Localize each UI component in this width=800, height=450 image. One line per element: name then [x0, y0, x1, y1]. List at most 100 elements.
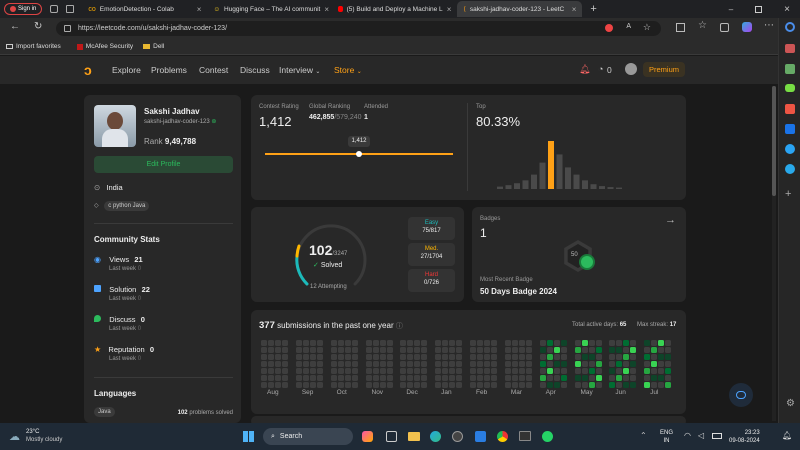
heatmap-cell[interactable]	[414, 382, 421, 388]
heatmap-cell[interactable]	[581, 347, 588, 353]
profile-button[interactable]: Sign in	[4, 3, 43, 15]
heatmap-cell[interactable]	[268, 368, 274, 374]
heatmap-cell[interactable]	[365, 375, 372, 381]
heatmap-cell[interactable]	[268, 375, 274, 381]
language-indicator[interactable]: ENG IN	[660, 429, 673, 445]
heatmap-cell[interactable]	[421, 340, 428, 346]
heatmap-cell[interactable]	[344, 347, 351, 353]
heatmap-cell[interactable]	[442, 361, 449, 367]
info-icon[interactable]: ⓘ	[396, 323, 403, 330]
sidebar-settings-icon[interactable]: ⚙	[786, 398, 795, 409]
collections-icon[interactable]	[720, 23, 729, 32]
heatmap-cell[interactable]	[449, 375, 456, 381]
heatmap-cell[interactable]	[351, 382, 358, 388]
heatmap-cell[interactable]	[261, 375, 267, 381]
heatmap-cell[interactable]	[546, 347, 553, 353]
heatmap-cell[interactable]	[525, 340, 532, 346]
heatmap-cell[interactable]	[470, 382, 476, 388]
heatmap-cell[interactable]	[302, 354, 309, 360]
weather-cloud-icon[interactable]: ☁	[9, 430, 20, 443]
close-icon[interactable]: ×	[447, 5, 452, 14]
dell-icon[interactable]	[452, 431, 463, 442]
heatmap-cell[interactable]	[630, 382, 637, 388]
heatmap-cell[interactable]	[268, 354, 274, 360]
heatmap-cell[interactable]	[553, 375, 560, 381]
heatmap-cell[interactable]	[546, 368, 553, 374]
page-scrollbar[interactable]	[772, 86, 776, 421]
heatmap-cell[interactable]	[435, 375, 442, 381]
heatmap-cell[interactable]	[421, 354, 428, 360]
heatmap-cell[interactable]	[581, 375, 588, 381]
heatmap-cell[interactable]	[658, 347, 665, 353]
heatmap-cell[interactable]	[581, 354, 588, 360]
heatmap-cell[interactable]	[609, 382, 616, 388]
heatmap-cell[interactable]	[282, 382, 288, 388]
heatmap-cell[interactable]	[539, 347, 546, 353]
heatmap-cell[interactable]	[623, 347, 630, 353]
heatmap-cell[interactable]	[282, 361, 288, 367]
heatmap-cell[interactable]	[470, 361, 476, 367]
back-icon[interactable]: ←	[10, 21, 20, 32]
heatmap-cell[interactable]	[616, 340, 623, 346]
heatmap-cell[interactable]	[379, 382, 386, 388]
heatmap-cell[interactable]	[511, 361, 518, 367]
heatmap-cell[interactable]	[351, 354, 358, 360]
heatmap-cell[interactable]	[644, 375, 651, 381]
heatmap-cell[interactable]	[365, 347, 372, 353]
heatmap-cell[interactable]	[435, 354, 442, 360]
favorite-star-icon[interactable]: ☆	[643, 22, 651, 33]
heatmap-cell[interactable]	[609, 375, 616, 381]
heatmap-cell[interactable]	[379, 375, 386, 381]
heatmap-cell[interactable]	[386, 361, 393, 367]
heatmap-cell[interactable]	[351, 368, 358, 374]
heatmap-cell[interactable]	[539, 340, 546, 346]
heatmap-cell[interactable]	[525, 354, 532, 360]
heatmap-cell[interactable]	[609, 347, 616, 353]
heatmap-cell[interactable]	[330, 347, 337, 353]
windows-start-icon[interactable]	[243, 431, 254, 442]
rating-point[interactable]	[356, 151, 362, 157]
sidebar-bag-icon[interactable]	[785, 44, 795, 53]
heatmap-cell[interactable]	[316, 375, 323, 381]
close-icon[interactable]: ×	[572, 5, 577, 14]
nav-explore[interactable]: Explore	[112, 65, 141, 75]
heatmap-cell[interactable]	[337, 361, 344, 367]
heatmap-cell[interactable]	[400, 354, 407, 360]
feedback-button[interactable]	[729, 383, 753, 407]
heatmap-cell[interactable]	[616, 347, 623, 353]
heatmap-cell[interactable]	[484, 382, 490, 388]
heatmap-cell[interactable]	[344, 382, 351, 388]
heatmap-cell[interactable]	[302, 368, 309, 374]
heatmap-cell[interactable]	[421, 361, 428, 367]
fav-mcafee[interactable]: McAfee Security	[76, 43, 133, 50]
heatmap-cell[interactable]	[456, 375, 463, 381]
heatmap-cell[interactable]	[511, 340, 518, 346]
battery-icon[interactable]	[712, 433, 722, 439]
heatmap-cell[interactable]	[574, 368, 581, 374]
heatmap-cell[interactable]	[400, 347, 407, 353]
split-screen-icon[interactable]	[676, 23, 685, 32]
heatmap-cell[interactable]	[282, 375, 288, 381]
heatmap-cell[interactable]	[504, 340, 511, 346]
heatmap-cell[interactable]	[309, 340, 316, 346]
heatmap-cell[interactable]	[581, 340, 588, 346]
heatmap-cell[interactable]	[644, 354, 651, 360]
heatmap-cell[interactable]	[574, 340, 581, 346]
sidebar-search-icon[interactable]	[785, 22, 795, 32]
heatmap-cell[interactable]	[282, 340, 288, 346]
file-explorer-icon[interactable]	[408, 432, 420, 441]
heatmap-cell[interactable]	[504, 361, 511, 367]
heatmap-cell[interactable]	[651, 375, 658, 381]
heatmap-cell[interactable]	[595, 382, 602, 388]
heatmap-cell[interactable]	[477, 368, 483, 374]
heatmap-cell[interactable]	[477, 375, 483, 381]
heatmap-cell[interactable]	[316, 382, 323, 388]
heatmap-cell[interactable]	[456, 361, 463, 367]
heatmap-cell[interactable]	[386, 375, 393, 381]
heatmap-cell[interactable]	[295, 340, 302, 346]
heatmap-cell[interactable]	[449, 368, 456, 374]
heatmap-cell[interactable]	[644, 382, 651, 388]
heatmap-cell[interactable]	[386, 347, 393, 353]
heatmap-cell[interactable]	[574, 347, 581, 353]
heatmap-cell[interactable]	[309, 375, 316, 381]
